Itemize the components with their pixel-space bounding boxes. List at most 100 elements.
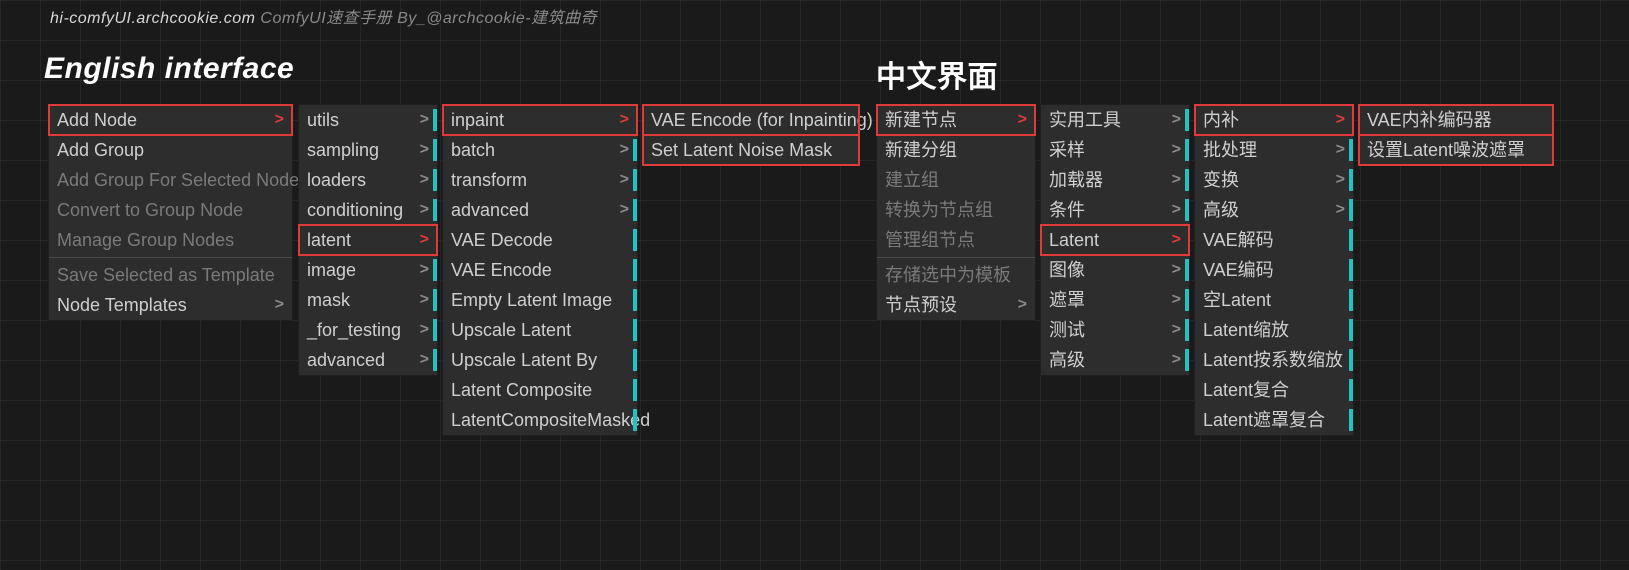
menu-item[interactable]: VAE Encode	[443, 255, 637, 285]
menu-item-label: conditioning	[307, 201, 406, 219]
menu-item[interactable]: mask>	[299, 285, 437, 315]
menu-item[interactable]: advanced>	[299, 345, 437, 375]
menu-item-label: LatentCompositeMasked	[451, 411, 650, 429]
menu-item-label: 空Latent	[1203, 291, 1345, 309]
top-rest: ComfyUI速查手册 By_@archcookie-建筑曲奇	[260, 10, 597, 27]
submenu-arrow-icon: >	[1336, 172, 1345, 188]
submenu-arrow-icon: >	[1172, 262, 1181, 278]
menu-item[interactable]: VAE编码	[1195, 255, 1353, 285]
menu-item[interactable]: conditioning>	[299, 195, 437, 225]
menu-item-label: 变换	[1203, 171, 1322, 189]
submenu-arrow-icon: >	[420, 262, 429, 278]
menu-item[interactable]: 实用工具 >	[1041, 105, 1189, 135]
menu-item-label: Upscale Latent By	[451, 351, 629, 369]
menu-item[interactable]: Convert to Group Node	[49, 195, 292, 225]
submenu-arrow-icon: >	[420, 142, 429, 158]
menu-item-label: 存储选中为模板	[885, 266, 1027, 284]
menu-item-label: VAE内补编码器	[1367, 111, 1545, 129]
menu-item-label: VAE Encode	[451, 261, 629, 279]
submenu-arrow-icon: >	[420, 352, 429, 368]
menu-item[interactable]: image>	[299, 255, 437, 285]
menu-item[interactable]: 批处理>	[1195, 135, 1353, 165]
menu-item[interactable]: 变换 >	[1195, 165, 1353, 195]
menu-item[interactable]: Set Latent Noise Mask	[643, 135, 859, 165]
menu-cn-context[interactable]: 新建节点>新建分组建立组转换为节点组管理组节点存储选中为模板节点预设>	[876, 104, 1036, 321]
menu-item[interactable]: Latent复合	[1195, 375, 1353, 405]
menu-item[interactable]: Add Node>	[49, 105, 292, 135]
menu-item[interactable]: 图像 >	[1041, 255, 1189, 285]
menu-item[interactable]: 存储选中为模板	[877, 260, 1035, 290]
menu-item-label: VAE解码	[1203, 231, 1345, 249]
menu-item[interactable]: 新建分组	[877, 135, 1035, 165]
menu-item[interactable]: latent>	[299, 225, 437, 255]
menu-item[interactable]: Latent Composite	[443, 375, 637, 405]
menu-item[interactable]: Add Group For Selected Nodes	[49, 165, 292, 195]
menu-item[interactable]: LatentCompositeMasked	[443, 405, 637, 435]
menu-item-label: 实用工具	[1049, 111, 1158, 129]
submenu-arrow-icon: >	[420, 322, 429, 338]
submenu-arrow-icon: >	[420, 232, 429, 248]
menu-item[interactable]: sampling >	[299, 135, 437, 165]
menu-item[interactable]: transform>	[443, 165, 637, 195]
menu-item[interactable]: Save Selected as Template	[49, 260, 292, 290]
menu-item-label: Save Selected as Template	[57, 266, 284, 284]
menu-item[interactable]: Manage Group Nodes	[49, 225, 292, 255]
menu-item[interactable]: _for_testing>	[299, 315, 437, 345]
menu-en-category[interactable]: utils>sampling>loaders>conditioning>late…	[298, 104, 438, 376]
menu-item-label: 高级	[1203, 201, 1322, 219]
menu-separator	[49, 257, 292, 258]
menu-item[interactable]: batch>	[443, 135, 637, 165]
submenu-arrow-icon: >	[1336, 142, 1345, 158]
menu-en-inpaint[interactable]: VAE Encode (for Inpainting)Set Latent No…	[642, 104, 860, 166]
menu-item[interactable]: VAE Decode	[443, 225, 637, 255]
submenu-arrow-icon: >	[1172, 112, 1181, 128]
menu-item[interactable]: 遮罩>	[1041, 285, 1189, 315]
menu-item[interactable]: VAE Encode (for Inpainting)	[643, 105, 859, 135]
submenu-arrow-icon: >	[1172, 352, 1181, 368]
menu-item[interactable]: 高级>	[1195, 195, 1353, 225]
submenu-arrow-icon: >	[620, 142, 629, 158]
menu-item[interactable]: Latent缩放	[1195, 315, 1353, 345]
menu-item[interactable]: 节点预设>	[877, 290, 1035, 320]
menu-cn-category[interactable]: 实用工具>采样>加载器>条件>Latent>图像>遮罩>测试>高级>	[1040, 104, 1190, 376]
menu-item-label: 图像	[1049, 261, 1158, 279]
menu-item[interactable]: Empty Latent Image	[443, 285, 637, 315]
menu-item[interactable]: inpaint>	[443, 105, 637, 135]
menu-item[interactable]: 高级>	[1041, 345, 1189, 375]
menu-item-label: sampling	[307, 141, 406, 159]
menu-item[interactable]: Node Templates>	[49, 290, 292, 320]
menu-item-label: Add Node	[57, 111, 261, 129]
menu-item[interactable]: 空Latent	[1195, 285, 1353, 315]
menu-item[interactable]: VAE内补编码器	[1359, 105, 1553, 135]
menu-item[interactable]: 内补>	[1195, 105, 1353, 135]
menu-cn-latent[interactable]: 内补>批处理>变换>高级>VAE解码VAE编码空LatentLatent缩放La…	[1194, 104, 1354, 436]
menu-en-latent[interactable]: inpaint>batch>transform>advanced>VAE Dec…	[442, 104, 638, 436]
menu-item[interactable]: utils>	[299, 105, 437, 135]
menu-item[interactable]: loaders>	[299, 165, 437, 195]
menu-item[interactable]: 设置Latent噪波遮罩	[1359, 135, 1553, 165]
menu-item[interactable]: 测试>	[1041, 315, 1189, 345]
menu-cn-inpaint[interactable]: VAE内补编码器设置Latent噪波遮罩	[1358, 104, 1554, 166]
menu-item[interactable]: 转换为节点组	[877, 195, 1035, 225]
heading-english: English interface	[44, 52, 294, 86]
menu-item[interactable]: 条件>	[1041, 195, 1189, 225]
menu-item[interactable]: 管理组节点	[877, 225, 1035, 255]
menu-item-label: 遮罩	[1049, 291, 1158, 309]
menu-item[interactable]: VAE解码	[1195, 225, 1353, 255]
menu-item[interactable]: Latent>	[1041, 225, 1189, 255]
menu-en-context[interactable]: Add Node>Add GroupAdd Group For Selected…	[48, 104, 293, 321]
menu-item[interactable]: Add Group	[49, 135, 292, 165]
menu-item[interactable]: 采样>	[1041, 135, 1189, 165]
menu-item[interactable]: advanced>	[443, 195, 637, 225]
menu-item[interactable]: Latent按系数缩放	[1195, 345, 1353, 375]
menu-item[interactable]: 建立组	[877, 165, 1035, 195]
menu-item-label: Empty Latent Image	[451, 291, 629, 309]
menu-item[interactable]: Upscale Latent	[443, 315, 637, 345]
menu-item-label: inpaint	[451, 111, 606, 129]
menu-item[interactable]: Latent遮罩复合	[1195, 405, 1353, 435]
menu-item[interactable]: 新建节点>	[877, 105, 1035, 135]
menu-item[interactable]: Upscale Latent By	[443, 345, 637, 375]
submenu-arrow-icon: >	[620, 172, 629, 188]
menu-item-label: Latent按系数缩放	[1203, 351, 1345, 369]
menu-item[interactable]: 加载器>	[1041, 165, 1189, 195]
